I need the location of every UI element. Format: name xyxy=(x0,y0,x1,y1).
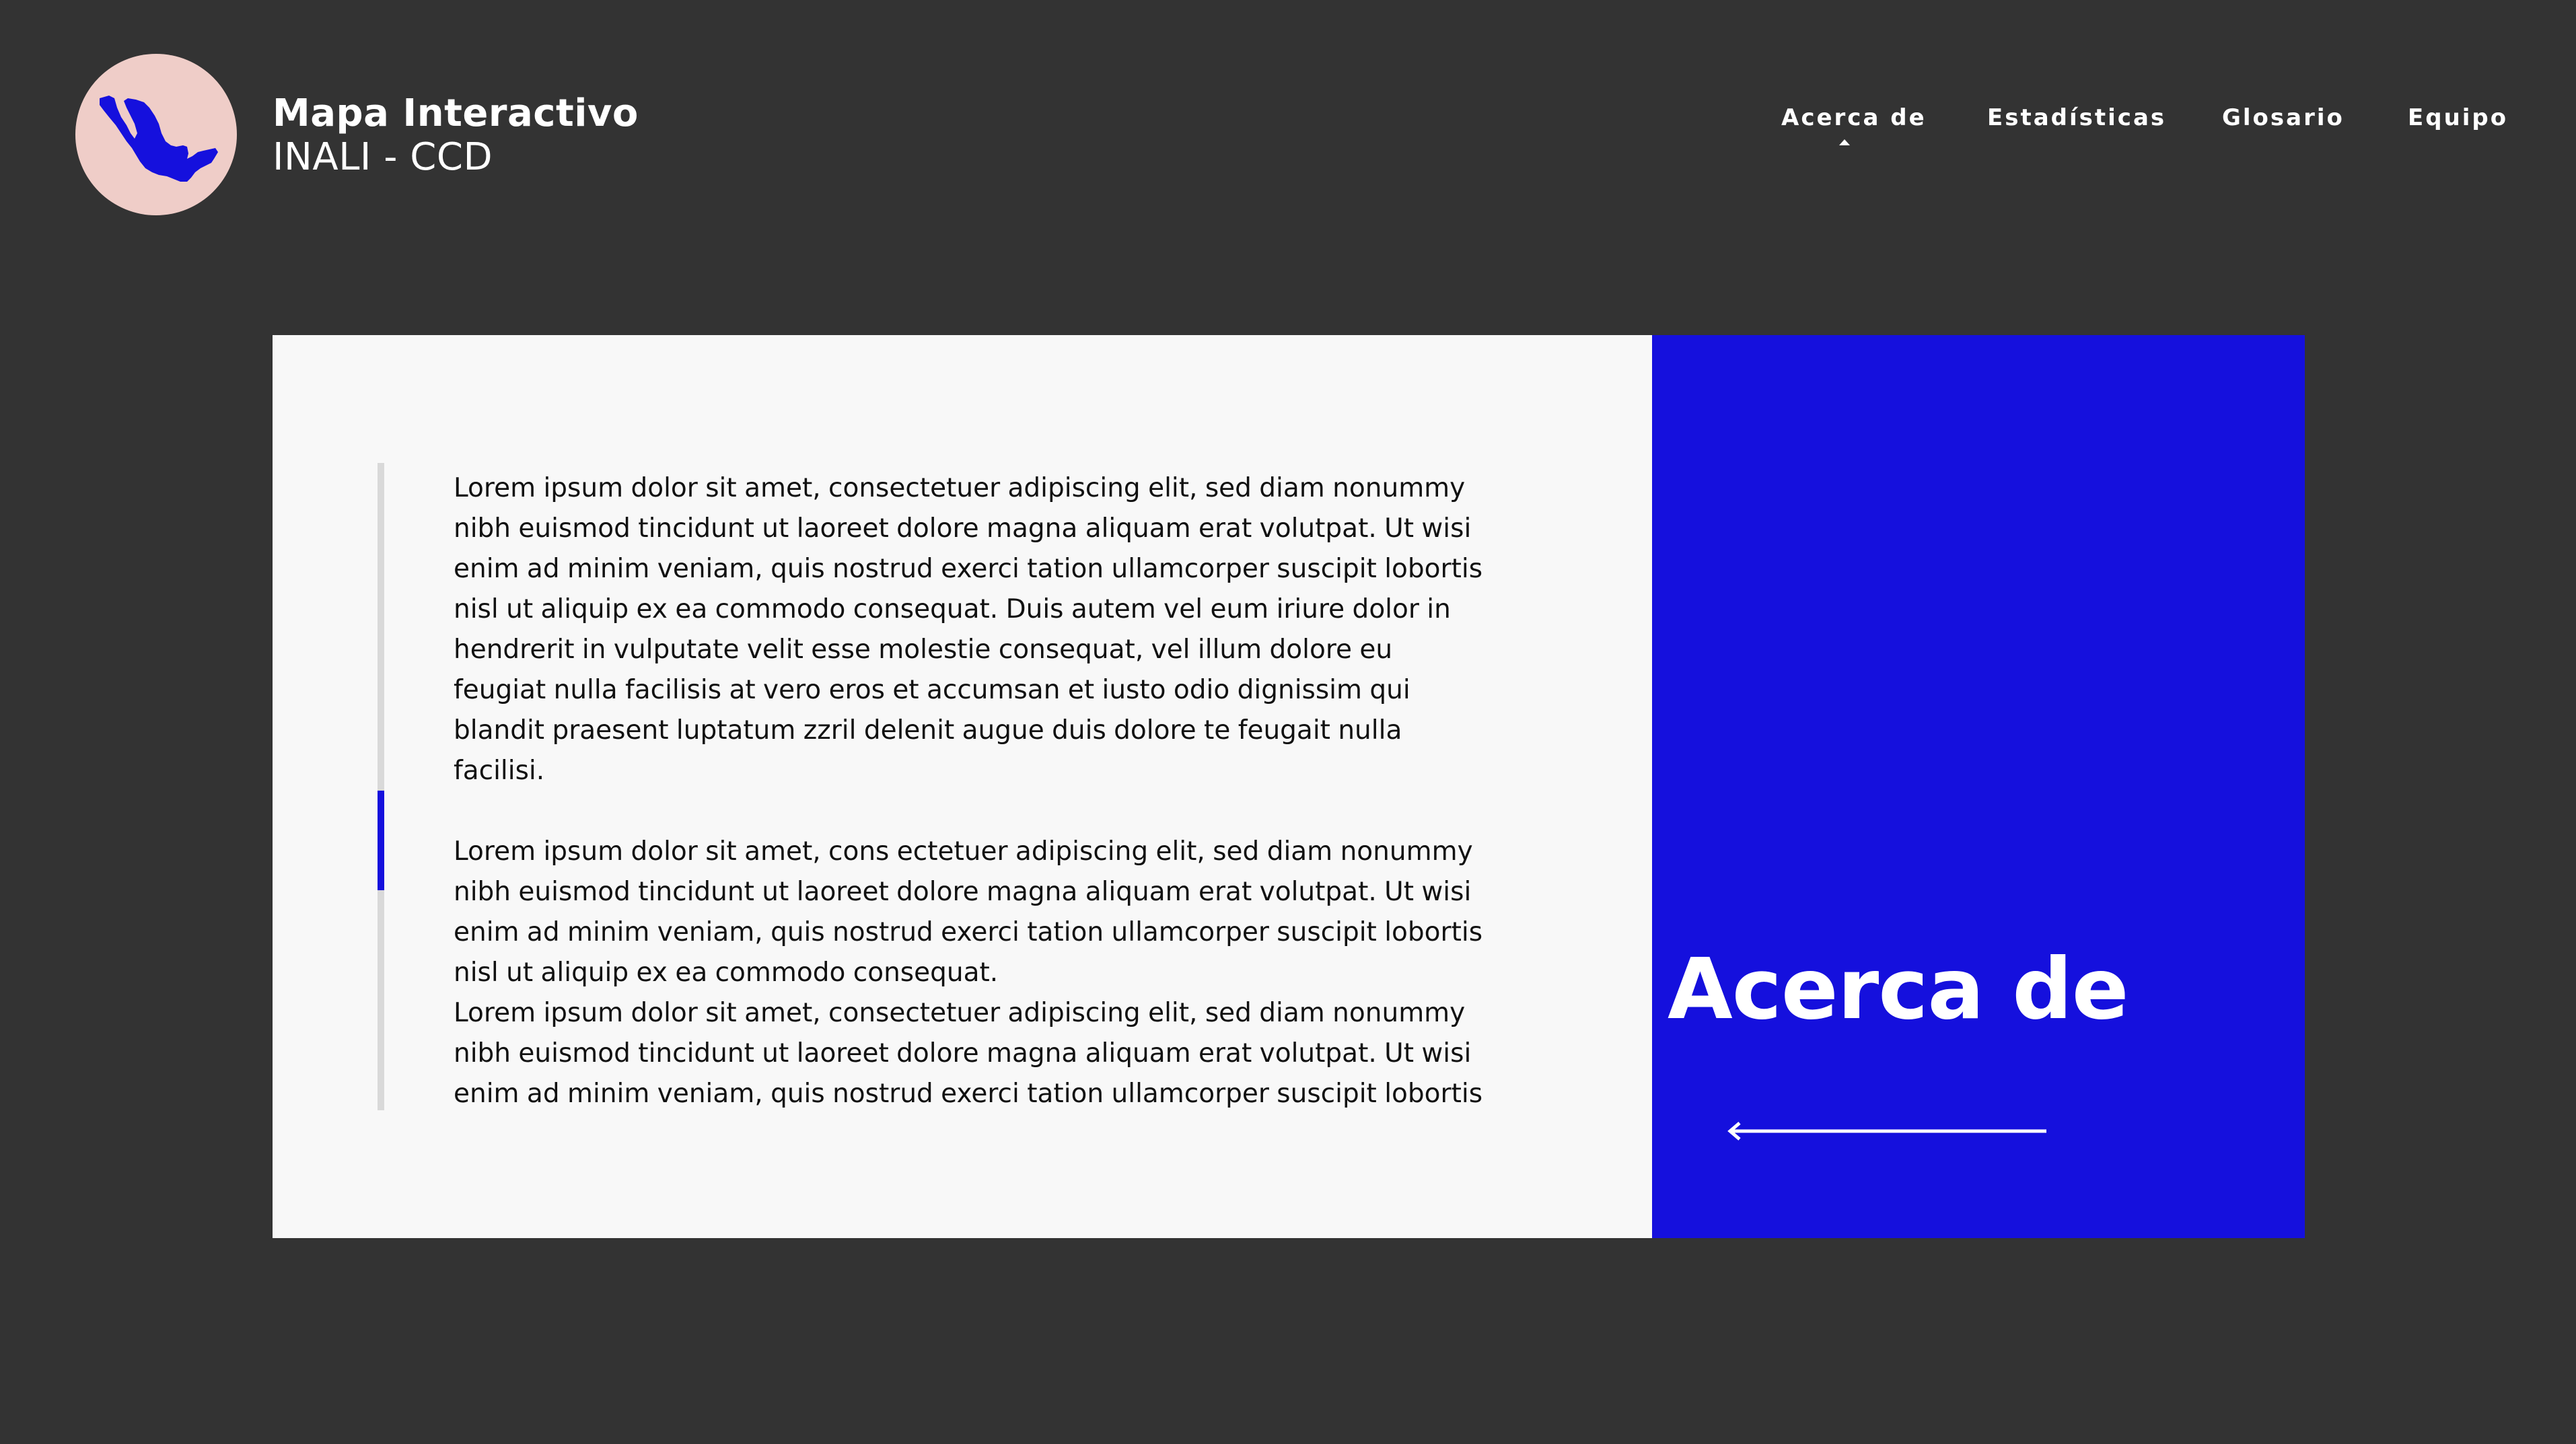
scrollbar[interactable] xyxy=(378,463,384,1110)
scrollbar-thumb[interactable] xyxy=(378,791,384,890)
section-title: Acerca de xyxy=(1668,941,2128,1038)
nav-item-equipo[interactable]: Equipo xyxy=(2408,101,2508,135)
paragraph: Lorem ipsum dolor sit amet, cons ectetue… xyxy=(454,836,1483,988)
nav-item-estadisticas[interactable]: Estadísticas xyxy=(1987,101,2166,135)
paragraph: Lorem ipsum dolor sit amet, consectetuer… xyxy=(454,998,1483,1109)
arrow-left-icon xyxy=(1727,1122,2046,1141)
back-button[interactable] xyxy=(1726,1121,2049,1141)
nav-item-glosario[interactable]: Glosario xyxy=(2222,101,2345,135)
mexico-map-icon xyxy=(100,96,218,182)
content-card: Lorem ipsum dolor sit amet, consectetuer… xyxy=(273,335,2305,1238)
brand-subtitle: INALI - CCD xyxy=(273,135,493,179)
text-panel: Lorem ipsum dolor sit amet, consectetuer… xyxy=(273,335,1652,1238)
logo[interactable] xyxy=(75,54,237,215)
text-content: Lorem ipsum dolor sit amet, consectetuer… xyxy=(454,468,1483,1114)
active-indicator-caret-icon xyxy=(1839,139,1850,145)
brand-title: Mapa Interactivo xyxy=(273,92,639,135)
section-panel xyxy=(1652,335,2305,1238)
nav-item-acerca-de[interactable]: Acerca de xyxy=(1781,101,1927,135)
brand: Mapa Interactivo INALI - CCD xyxy=(273,91,639,178)
paragraph: Lorem ipsum dolor sit amet, consectetuer… xyxy=(454,473,1483,786)
